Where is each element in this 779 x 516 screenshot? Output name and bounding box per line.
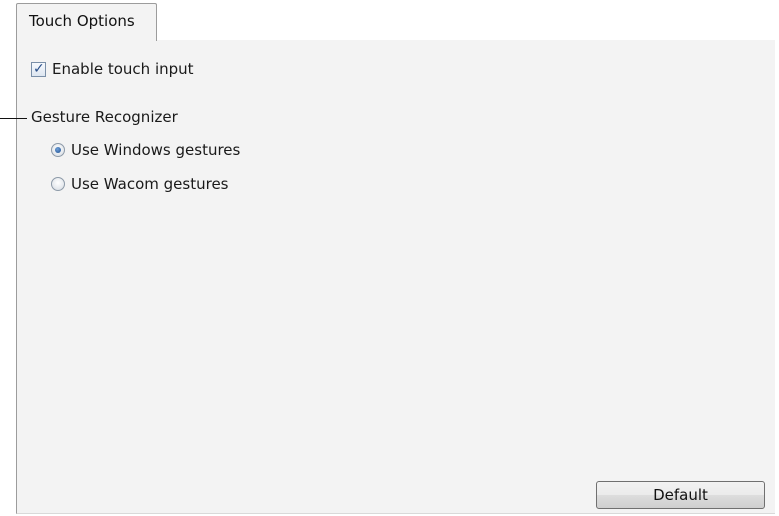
callout-line xyxy=(0,118,27,119)
enable-touch-checkbox[interactable]: ✓ xyxy=(31,61,46,77)
checkmark-icon: ✓ xyxy=(33,61,45,77)
wacom-gestures-radio[interactable] xyxy=(51,177,65,191)
gesture-recognizer-label: Gesture Recognizer xyxy=(31,108,178,126)
windows-gestures-radio[interactable] xyxy=(51,143,65,157)
windows-gestures-label[interactable]: Use Windows gestures xyxy=(71,141,240,159)
tab-touch-options-label: Touch Options xyxy=(29,12,135,30)
default-button[interactable]: Default xyxy=(596,481,765,509)
tab-touch-options[interactable]: Touch Options xyxy=(16,3,157,41)
wacom-gestures-label[interactable]: Use Wacom gestures xyxy=(71,175,229,193)
touch-options-dialog: Touch Options ✓ Enable touch input Gestu… xyxy=(0,0,779,516)
radio-dot-icon xyxy=(55,147,61,153)
enable-touch-label[interactable]: Enable touch input xyxy=(52,60,194,78)
